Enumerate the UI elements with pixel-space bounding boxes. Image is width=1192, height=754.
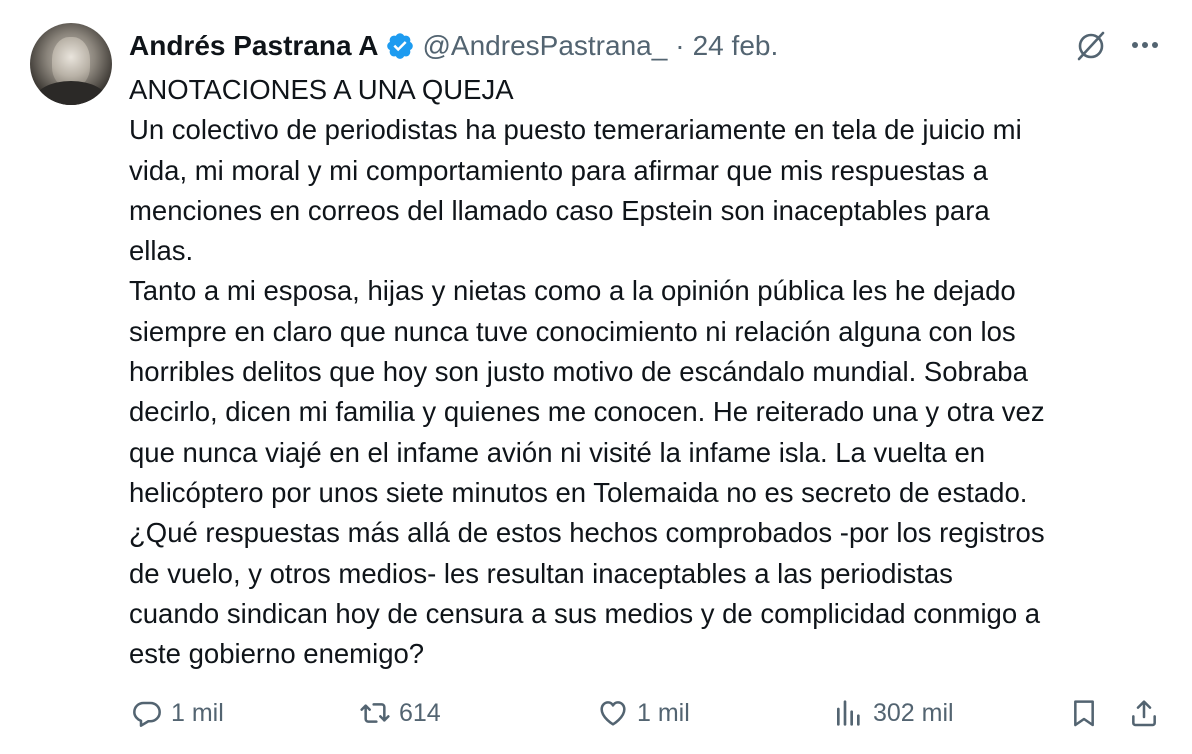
tweet-header: Andrés Pastrana A @AndresPastrana_ · 24 …	[129, 26, 778, 66]
reply-icon	[133, 701, 161, 727]
views-button[interactable]: 302 mil	[833, 690, 954, 736]
tweet-line: que nunca viajé en el infame avión ni vi…	[129, 436, 986, 468]
tweet-line: ANOTACIONES A UNA QUEJA	[129, 74, 514, 105]
more-dot	[1152, 42, 1158, 48]
like-count: 1 mil	[637, 698, 690, 727]
views-icon	[837, 700, 860, 726]
tweet-line: de vuelo, y otros medios- les resultan i…	[129, 557, 953, 589]
share-icon	[1132, 700, 1156, 727]
verified-badge-icon[interactable]	[385, 31, 415, 61]
bookmark-button[interactable]	[1068, 690, 1100, 736]
tweet-line: siempre en claro que nunca tuve conocimi…	[129, 315, 1016, 347]
avatar-face	[52, 37, 90, 87]
retweet-icon	[360, 703, 390, 723]
more-icon[interactable]	[1127, 30, 1163, 60]
tweet-line: Tanto a mi esposa, hijas y nietas como a…	[129, 275, 1016, 307]
tweet-line: horribles delitos que hoy son justo moti…	[129, 356, 1028, 388]
tweet-line: ellas.	[129, 235, 194, 267]
grok-icon[interactable]	[1073, 28, 1109, 64]
tweet-line: Un colectivo de periodistas ha puesto te…	[129, 114, 1022, 146]
bookmark-icon	[1074, 700, 1094, 727]
tweet-date[interactable]: 24 feb.	[693, 30, 779, 62]
avatar[interactable]	[30, 23, 112, 105]
retweet-button[interactable]: 614	[359, 690, 441, 736]
tweet-line: helicóptero por unos siete minutos en To…	[129, 476, 1028, 508]
avatar-body	[34, 81, 108, 105]
tweet-text: ANOTACIONES A UNA QUEJA Un colectivo de …	[129, 70, 1169, 674]
reply-button[interactable]: 1 mil	[131, 690, 224, 736]
tweet-line: menciones en correos del llamado caso Ep…	[129, 194, 990, 226]
author-name[interactable]: Andrés Pastrana A	[129, 30, 379, 62]
like-button[interactable]: 1 mil	[597, 690, 690, 736]
more-dot	[1132, 42, 1138, 48]
tweet-line: cuando sindican hoy de censura a sus med…	[129, 597, 1041, 629]
views-count: 302 mil	[873, 698, 954, 727]
heart-icon	[600, 701, 626, 726]
share-button[interactable]	[1128, 690, 1160, 736]
action-bar: 1 mil 614 1 mil 302 mil	[0, 690, 1192, 736]
tweet-line: este gobierno enemigo?	[129, 638, 425, 670]
tweet-line: ¿Qué respuestas más allá de estos hechos…	[129, 517, 1045, 549]
header-separator: ·	[675, 30, 685, 61]
tweet-line: decirlo, dicen mi familia y quienes me c…	[129, 396, 1045, 428]
author-handle[interactable]: @AndresPastrana_	[423, 30, 668, 62]
more-dot	[1142, 42, 1148, 48]
retweet-count: 614	[399, 698, 441, 727]
tweet-line: vida, mi moral y mi comportamiento para …	[129, 154, 988, 186]
reply-count: 1 mil	[171, 698, 224, 727]
